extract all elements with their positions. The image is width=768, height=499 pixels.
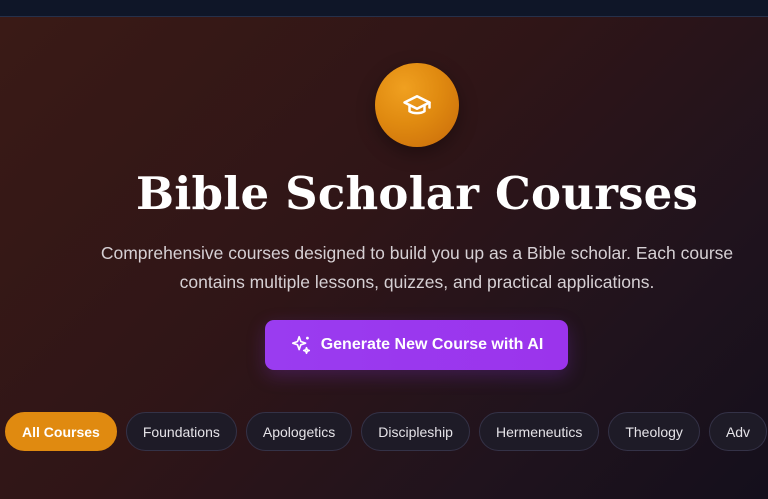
filter-hermeneutics[interactable]: Hermeneutics [478, 412, 600, 451]
hero-section: Bible Scholar Courses Comprehensive cour… [0, 17, 768, 499]
filter-discipleship[interactable]: Discipleship [361, 412, 470, 451]
filter-apologetics[interactable]: Apologetics [245, 412, 353, 451]
page-title: Bible Scholar Courses [136, 167, 698, 220]
page-description: Comprehensive courses designed to build … [60, 239, 768, 297]
graduation-cap-icon [375, 63, 459, 147]
generate-button-label: Generate New Course with AI [320, 336, 544, 353]
top-navbar [0, 0, 768, 17]
description-line-2: contains multiple lessons, quizzes, and … [179, 272, 655, 292]
sparkles-icon [290, 334, 312, 356]
description-line-1: Comprehensive courses designed to build … [100, 243, 734, 263]
filter-foundations[interactable]: Foundations [125, 412, 237, 451]
filter-all-courses[interactable]: All Courses [5, 412, 117, 451]
generate-course-button[interactable]: Generate New Course with AI [265, 320, 568, 370]
filter-advanced[interactable]: Adv [708, 412, 768, 451]
filter-theology[interactable]: Theology [608, 412, 700, 451]
category-filter-bar: All Courses Foundations Apologetics Disc… [5, 412, 768, 451]
